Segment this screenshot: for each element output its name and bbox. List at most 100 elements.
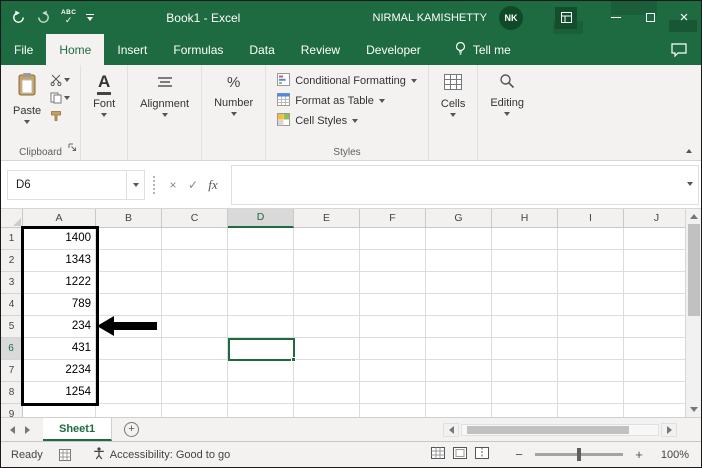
formula-bar-expand-icon[interactable] [687,182,693,186]
cell-C2[interactable] [162,250,228,272]
cell-C8[interactable] [162,382,228,404]
cell-D9[interactable] [228,404,294,417]
cell-J8[interactable] [624,382,690,404]
enter-icon[interactable]: ✓ [183,178,203,192]
tab-insert[interactable]: Insert [104,34,160,65]
cell-C9[interactable] [162,404,228,417]
cell-I6[interactable] [558,338,624,360]
vertical-scrollbar-thumb[interactable] [688,224,700,316]
selected-cell-outline[interactable] [228,338,295,361]
page-break-view-icon[interactable] [475,447,489,462]
cell-E4[interactable] [294,294,360,316]
cell-H4[interactable] [492,294,558,316]
zoom-slider[interactable] [535,453,623,456]
cell-C5[interactable] [162,316,228,338]
cell-C1[interactable] [162,228,228,250]
row-header-8[interactable]: 8 [1,382,23,404]
accessibility-status[interactable]: Accessibility: Good to go [93,447,230,463]
cell-H3[interactable] [492,272,558,294]
cell-C6[interactable] [162,338,228,360]
cell-G1[interactable] [426,228,492,250]
ribbon-display-options-icon[interactable] [555,7,577,29]
cell-D3[interactable] [228,272,294,294]
tab-file[interactable]: File [1,34,46,65]
tell-me[interactable]: Tell me [448,34,517,65]
clipboard-dialog-launcher-icon[interactable] [68,139,77,157]
horizontal-scrollbar[interactable] [443,423,677,437]
row-header-5[interactable]: 5 [1,316,23,338]
editing-button[interactable]: Editing [483,70,531,118]
number-button[interactable]: % Number [207,70,260,118]
horizontal-scrollbar-track[interactable] [461,424,659,436]
cell-G8[interactable] [426,382,492,404]
column-header-C[interactable]: C [162,209,228,228]
cell-D8[interactable] [228,382,294,404]
column-header-I[interactable]: I [558,209,624,228]
scroll-up-icon[interactable] [686,209,702,224]
cell-E7[interactable] [294,360,360,382]
cell-G4[interactable] [426,294,492,316]
cell-D7[interactable] [228,360,294,382]
cell-B7[interactable] [96,360,162,382]
row-header-4[interactable]: 4 [1,294,23,316]
column-header-D[interactable]: D [228,209,294,228]
name-box-dropdown-icon[interactable] [126,171,144,199]
cell-I5[interactable] [558,316,624,338]
sheet-tab-sheet1[interactable]: Sheet1 [43,418,112,441]
customize-qat-icon[interactable] [86,7,94,29]
select-all-corner[interactable] [1,209,23,228]
row-header-2[interactable]: 2 [1,250,23,272]
paste-button[interactable]: Paste [6,70,48,126]
cell-J9[interactable] [624,404,690,417]
minimize-button[interactable] [599,1,633,34]
cell-C4[interactable] [162,294,228,316]
tab-data[interactable]: Data [236,34,287,65]
cell-G3[interactable] [426,272,492,294]
row-header-7[interactable]: 7 [1,360,23,382]
cell-G5[interactable] [426,316,492,338]
cell-I4[interactable] [558,294,624,316]
cell-F8[interactable] [360,382,426,404]
redo-icon[interactable] [36,7,51,29]
avatar[interactable]: NK [499,6,523,30]
collapse-ribbon-icon[interactable] [686,149,692,153]
cell-F9[interactable] [360,404,426,417]
cell-F6[interactable] [360,338,426,360]
cell-J6[interactable] [624,338,690,360]
cell-E2[interactable] [294,250,360,272]
alignment-button[interactable]: Alignment [133,70,196,119]
spelling-icon[interactable]: ABC ✓ [61,7,76,29]
cell-H6[interactable] [492,338,558,360]
cell-F5[interactable] [360,316,426,338]
cell-F3[interactable] [360,272,426,294]
cancel-icon[interactable]: × [163,178,183,192]
cut-icon[interactable] [50,74,70,86]
cell-G9[interactable] [426,404,492,417]
insert-function-icon[interactable]: fx [203,177,223,193]
next-sheet-icon[interactable] [20,418,35,442]
cell-I7[interactable] [558,360,624,382]
cell-G7[interactable] [426,360,492,382]
cell-J5[interactable] [624,316,690,338]
column-header-H[interactable]: H [492,209,558,228]
row-header-1[interactable]: 1 [1,228,23,250]
cells-button[interactable]: Cells [434,70,472,119]
name-box[interactable]: D6 [7,170,145,200]
cell-I9[interactable] [558,404,624,417]
cell-F2[interactable] [360,250,426,272]
page-layout-view-icon[interactable] [453,447,467,462]
format-as-table-button[interactable]: Format as Table [277,93,417,109]
zoom-in-icon[interactable]: + [633,447,645,462]
scroll-left-icon[interactable] [443,423,459,437]
undo-icon[interactable] [11,7,26,29]
cell-E3[interactable] [294,272,360,294]
cell-B6[interactable] [96,338,162,360]
cell-I8[interactable] [558,382,624,404]
column-header-E[interactable]: E [294,209,360,228]
cell-H9[interactable] [492,404,558,417]
cell-H1[interactable] [492,228,558,250]
new-sheet-button[interactable]: + [124,422,139,437]
column-header-B[interactable]: B [96,209,162,228]
cell-I1[interactable] [558,228,624,250]
cell-H5[interactable] [492,316,558,338]
